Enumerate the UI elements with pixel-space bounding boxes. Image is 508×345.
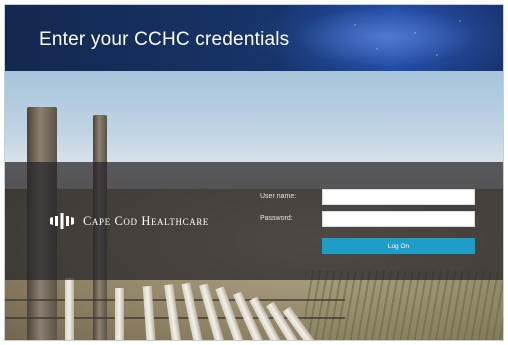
fence-picket <box>65 278 74 340</box>
login-window: Enter your CCHC credentials Cape Cod Hea… <box>4 4 504 341</box>
cape-cod-healthcare-logo: Cape Cod Healthcare <box>49 212 209 230</box>
fence-picket <box>115 288 124 340</box>
log-on-button[interactable]: Log On <box>322 238 475 254</box>
username-input[interactable] <box>322 189 475 205</box>
lighthouse-logo-icon <box>50 213 74 229</box>
password-label: Password: <box>260 215 293 222</box>
beach-background-image: Cape Cod Healthcare User name: Password:… <box>5 71 503 340</box>
password-input[interactable] <box>322 211 475 227</box>
username-label: User name: <box>260 193 297 200</box>
header-banner: Enter your CCHC credentials <box>5 5 503 71</box>
page-title: Enter your CCHC credentials <box>39 29 290 50</box>
login-panel: Cape Cod Healthcare User name: Password:… <box>5 162 503 280</box>
brand-name: Cape Cod Healthcare <box>83 213 210 228</box>
beach-grass <box>305 271 503 340</box>
